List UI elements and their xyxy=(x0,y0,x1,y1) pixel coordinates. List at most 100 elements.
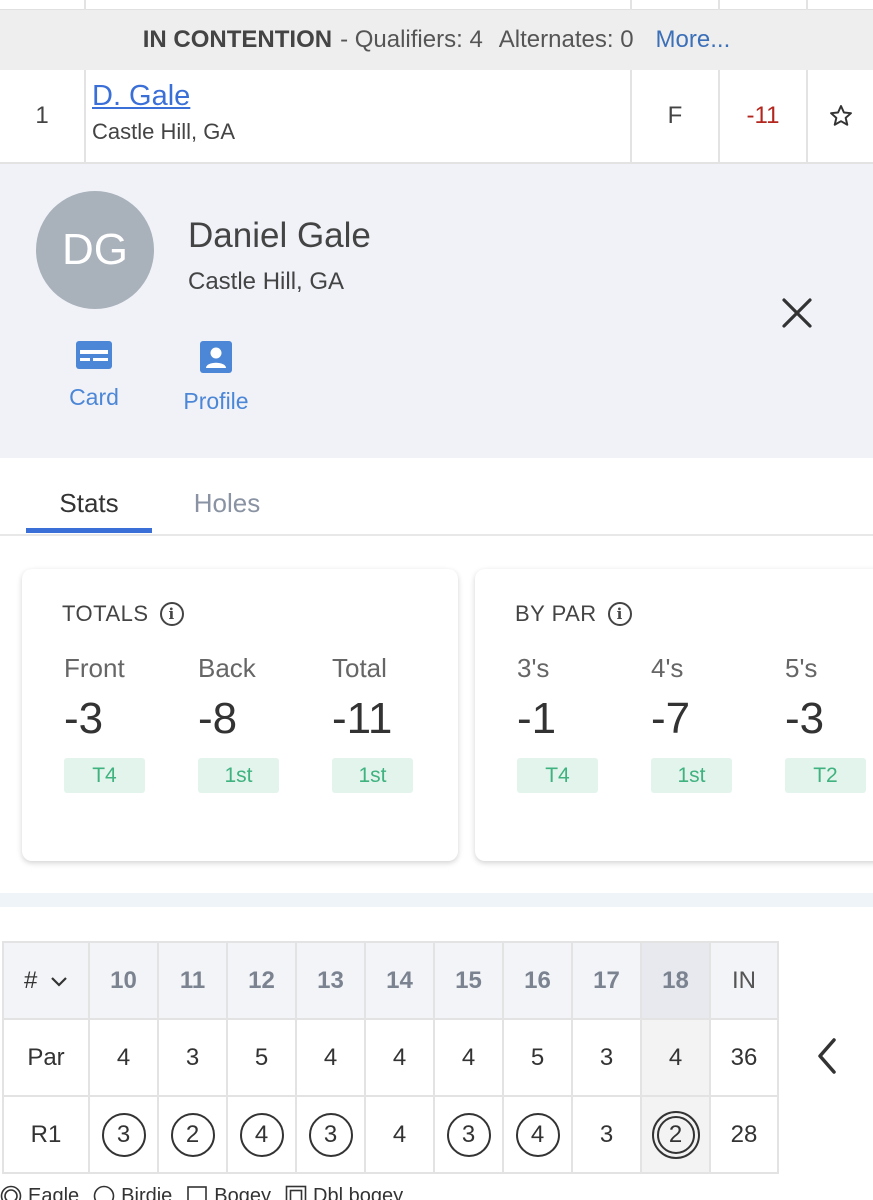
favorite-button[interactable] xyxy=(808,70,873,162)
par-value: 3 xyxy=(157,1018,228,1097)
hole-selector[interactable]: # xyxy=(2,941,90,1020)
par-value: 4 xyxy=(640,1018,711,1097)
birdie-score: 3 xyxy=(446,1112,491,1157)
stat-label: Back xyxy=(198,653,256,683)
previous-holes-button[interactable] xyxy=(808,1036,848,1076)
legend-birdie: Birdie xyxy=(93,1185,172,1200)
close-button[interactable] xyxy=(778,294,816,332)
profile-button[interactable]: Profile xyxy=(156,340,276,415)
legend-bogey: Bogey xyxy=(186,1185,271,1200)
player-location: Castle Hill, GA xyxy=(92,119,236,144)
scorecard-icon xyxy=(76,341,112,369)
player-full-name: Daniel Gale xyxy=(188,216,371,255)
hole-number: 14 xyxy=(364,941,435,1020)
par-value: 4 xyxy=(364,1018,435,1097)
circle-icon xyxy=(93,1185,115,1200)
round-score-cell: 3 xyxy=(433,1095,504,1174)
par-value: 3 xyxy=(571,1018,642,1097)
par-label: Par xyxy=(2,1018,90,1097)
previous-row-stub xyxy=(0,0,873,10)
by-par-card-header: BY PAR i xyxy=(515,601,632,627)
hole-number: 17 xyxy=(571,941,642,1020)
column-divider xyxy=(630,0,632,10)
stat-value: -8 xyxy=(198,694,238,743)
qualifiers-count: - Qualifiers: 4 xyxy=(340,26,483,53)
profile-label: Profile xyxy=(183,388,249,414)
card-label: Card xyxy=(69,384,119,410)
round-row: R1 3 2 4 3 4 3 4 3 2 28 xyxy=(2,1095,779,1174)
par-value: 5 xyxy=(226,1018,297,1097)
eagle-score: 2 xyxy=(651,1110,700,1159)
stat-value: -7 xyxy=(651,694,691,743)
player-rank: 1 xyxy=(35,102,49,129)
info-icon[interactable]: i xyxy=(607,602,632,626)
hole-number: 18 xyxy=(640,941,711,1020)
player-detail-panel: DG Daniel Gale Castle Hill, GA Card Prof… xyxy=(0,164,873,458)
star-icon xyxy=(829,105,852,126)
round-score-cell: 2 xyxy=(640,1095,711,1174)
section-divider xyxy=(0,893,873,907)
avatar: DG xyxy=(36,191,154,309)
column-divider xyxy=(806,0,808,10)
birdie-score: 3 xyxy=(308,1112,353,1157)
stat-value: -3 xyxy=(785,694,825,743)
stat-value: -1 xyxy=(517,694,557,743)
round-total: 28 xyxy=(709,1095,779,1174)
round-score-cell: 2 xyxy=(157,1095,228,1174)
hole-number: 12 xyxy=(226,941,297,1020)
round-score-cell: 4 xyxy=(502,1095,573,1174)
legend-eagle: Eagle xyxy=(0,1185,79,1200)
by-par-card: BY PAR i 3's -1 T4 4's -7 1st 5's -3 T2 xyxy=(475,569,873,861)
more-link[interactable]: More... xyxy=(656,26,731,54)
tab-holes[interactable]: Holes xyxy=(172,488,282,519)
tab-stats[interactable]: Stats xyxy=(26,488,152,519)
hole-number: 13 xyxy=(295,941,366,1020)
par-total: 36 xyxy=(709,1018,779,1097)
stat-rank-badge: T4 xyxy=(517,758,598,793)
legend-label: Birdie xyxy=(121,1184,173,1200)
birdie-score: 4 xyxy=(239,1112,284,1157)
scorecard-table: # 10 11 12 13 14 15 16 17 18 IN Par 4 3 … xyxy=(2,941,779,1174)
legend-label: Dbl bogey xyxy=(313,1184,404,1200)
hole-number: 11 xyxy=(157,941,228,1020)
hole-number: 15 xyxy=(433,941,504,1020)
player-full-location: Castle Hill, GA xyxy=(188,268,345,295)
totals-title: TOTALS xyxy=(62,601,149,626)
profile-icon xyxy=(200,341,232,373)
par-score: 4 xyxy=(392,1120,407,1148)
stat-label: Front xyxy=(64,653,125,683)
par-value: 4 xyxy=(433,1018,504,1097)
totals-card: TOTALS i Front -3 T4 Back -8 1st Total -… xyxy=(22,569,458,861)
leaderboard-row[interactable]: 1 D. Gale Castle Hill, GA F -11 xyxy=(0,70,873,164)
legend-double-bogey: Dbl bogey xyxy=(285,1185,403,1200)
in-total-header: IN xyxy=(709,941,779,1020)
eagle-score-value: 2 xyxy=(656,1115,695,1154)
stat-rank-badge: 1st xyxy=(198,758,279,793)
detail-tabs: Stats Holes xyxy=(0,458,873,536)
stat-label: 4's xyxy=(651,653,684,683)
alternates-count: Alternates: 0 xyxy=(498,26,634,53)
stat-rank-badge: 1st xyxy=(332,758,413,793)
column-divider xyxy=(718,0,720,10)
birdie-score: 3 xyxy=(101,1112,146,1157)
close-icon xyxy=(782,298,812,328)
stat-total: Total -11 1st xyxy=(332,653,422,793)
active-tab-indicator xyxy=(26,528,152,533)
card-button[interactable]: Card xyxy=(34,340,154,411)
par-row: Par 4 3 5 4 4 4 5 3 4 36 xyxy=(2,1018,779,1097)
hole-number: 10 xyxy=(88,941,159,1020)
birdie-score: 2 xyxy=(170,1112,215,1157)
by-par-title: BY PAR xyxy=(515,601,597,626)
hole-number: 16 xyxy=(502,941,573,1020)
player-name-link[interactable]: D. Gale xyxy=(92,80,190,113)
stat-front: Front -3 T4 xyxy=(64,653,154,793)
stat-par-4: 4's -7 1st xyxy=(651,653,741,793)
score-legend: Eagle Birdie Bogey Dbl bogey xyxy=(0,1185,417,1200)
stat-rank-badge: T2 xyxy=(785,758,866,793)
double-square-icon xyxy=(285,1185,307,1200)
scorecard-header-row: # 10 11 12 13 14 15 16 17 18 IN xyxy=(2,941,779,1020)
round-score-cell: 4 xyxy=(364,1095,435,1174)
info-icon[interactable]: i xyxy=(159,602,184,626)
chevron-down-icon xyxy=(51,976,67,987)
contention-title: IN CONTENTION xyxy=(142,26,333,53)
